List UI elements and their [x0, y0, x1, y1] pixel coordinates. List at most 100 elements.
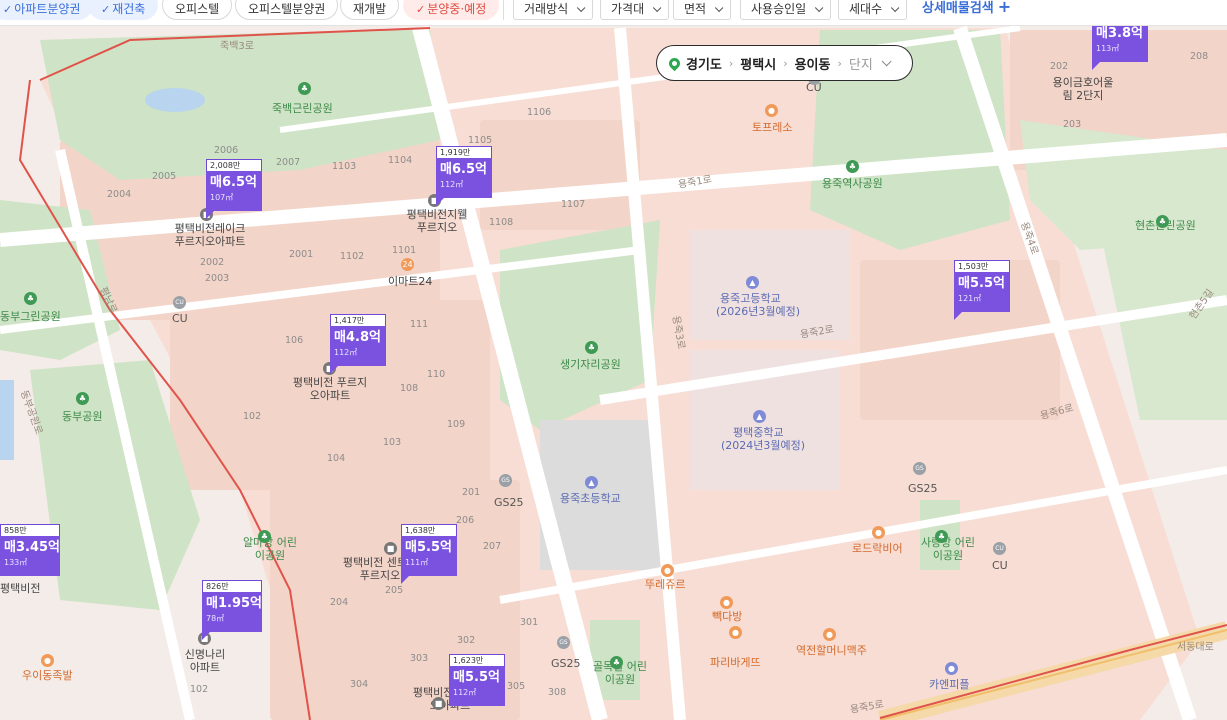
block-number: 302 — [457, 635, 476, 646]
filter-chip-reconstruction[interactable]: ✓ 재건축 — [88, 0, 159, 20]
cafe-icon: ● — [720, 596, 733, 609]
map-pin-icon — [666, 55, 683, 71]
dropdown-households[interactable]: 세대수 — [838, 0, 908, 20]
park-label[interactable]: 죽백근린공원 — [272, 102, 333, 115]
marker-tail — [954, 312, 962, 320]
dropdown-trade-type[interactable]: 거래방식 — [513, 0, 594, 20]
price-marker[interactable]: 1,623만 매5.5억 112㎡ — [449, 654, 505, 706]
poi-label[interactable]: 파리바게뜨 — [710, 656, 761, 669]
convenience-store-icon: CU — [993, 542, 1006, 555]
marker-area: 112㎡ — [440, 180, 464, 189]
filter-chip-officetel-presale[interactable]: 오피스텔분양권 — [235, 0, 339, 20]
block-number: 1103 — [332, 161, 357, 172]
park-icon: ♣ — [846, 160, 859, 173]
store-label[interactable]: CU — [172, 312, 188, 325]
park-label[interactable]: 동부그린공원 — [0, 310, 61, 323]
location-city[interactable]: 평택시 — [740, 54, 776, 73]
poi-label[interactable]: 카엔피플 — [929, 678, 969, 691]
marker-tail — [330, 366, 338, 374]
marker-price: 매6.5억 — [440, 162, 487, 177]
block-number: 205 — [385, 585, 404, 596]
block-number: 1102 — [340, 251, 365, 262]
chevron-right-icon: › — [837, 56, 842, 70]
school-icon: ▲ — [746, 276, 759, 289]
dropdown-price-range[interactable]: 가격대 — [600, 0, 670, 20]
block-number: 110 — [427, 369, 446, 380]
apartment-label[interactable]: 신명나리 아파트 — [180, 648, 230, 674]
block-number: 104 — [327, 453, 346, 464]
block-number: 204 — [330, 597, 349, 608]
apartment-label[interactable]: 용이금호어울림 2단지 — [1048, 76, 1118, 102]
block-number: 111 — [410, 319, 429, 330]
check-icon: ✓ — [416, 3, 426, 16]
school-label[interactable]: 용죽고등학교 — [720, 292, 781, 305]
park-icon: ♣ — [610, 656, 623, 669]
poi-label[interactable]: 이마트24 — [388, 275, 432, 288]
location-complex[interactable]: 단지 — [849, 54, 873, 73]
price-marker[interactable]: 1,919만 매6.5억 112㎡ — [436, 146, 492, 206]
apartment-label[interactable]: 평택비전 — [0, 582, 40, 595]
park-label[interactable]: 생기자리공원 — [560, 358, 621, 371]
price-marker[interactable]: 858만 매3.45억 133㎡ — [0, 524, 60, 576]
price-marker[interactable]: 1,503만 매5.5억 121㎡ — [954, 260, 1010, 320]
poi-label[interactable]: 토프레소 — [752, 121, 792, 134]
convenience-store-icon: GS — [499, 474, 512, 487]
dropdown-approval-date[interactable]: 사용승인일 — [740, 0, 832, 20]
block-number: 308 — [548, 687, 567, 698]
dropdown-area[interactable]: 면적 — [673, 0, 732, 20]
block-number: 1108 — [489, 217, 514, 228]
marker-tail — [436, 198, 444, 206]
location-province[interactable]: 경기도 — [686, 54, 722, 73]
park-label[interactable]: 동부공원 — [62, 410, 102, 423]
filter-bar: ✓ 아파트분양권 ✓ 재건축 오피스텔 오피스텔분양권 재개발 ✓ 분양중·예정 거래… — [0, 0, 1227, 26]
block-number: 2007 — [276, 157, 301, 168]
poi-label[interactable]: 역전할머니맥주 — [796, 644, 867, 657]
poi-label[interactable]: 빽다방 — [712, 610, 742, 623]
map-canvas[interactable]: 경기도 › 평택시 › 용이동 › 단지 죽백3로 용죽1로 용죽2로 용죽3로… — [0, 22, 1227, 720]
price-marker[interactable]: 1,417만 매4.8억 112㎡ — [330, 314, 386, 374]
map-base — [0, 26, 1227, 720]
store-label[interactable]: GS25 — [551, 657, 581, 670]
park-label[interactable]: 사랑방 어린이공원 — [918, 536, 978, 562]
park-icon: ♣ — [298, 82, 311, 95]
road-label: 죽백3로 — [220, 41, 254, 52]
marker-area: 111㎡ — [405, 558, 429, 567]
apartment-label[interactable]: 평택비전지웰 푸르지오 — [402, 208, 472, 234]
convenience-store-icon: GS — [557, 636, 570, 649]
store-label[interactable]: CU — [992, 559, 1008, 572]
store-label[interactable]: GS25 — [494, 496, 524, 509]
convenience-store-icon: GS — [913, 462, 926, 475]
detail-search-button[interactable]: 상세매물검색 + — [922, 0, 1011, 16]
marker-area: 107㎡ — [210, 193, 234, 202]
marker-price: 매4.8억 — [334, 330, 381, 345]
poi-label[interactable]: 로드락비어 — [852, 542, 903, 555]
filter-chip-apartment-presale[interactable]: ✓ 아파트분양권 — [0, 0, 94, 20]
block-number: 301 — [520, 617, 539, 628]
price-marker[interactable]: 1,638만 매5.5억 111㎡ — [401, 524, 457, 584]
plus-icon: + — [997, 0, 1012, 16]
park-icon: ♣ — [935, 530, 948, 543]
location-district[interactable]: 용이동 — [795, 54, 831, 73]
block-number: 1106 — [527, 107, 552, 118]
block-number: 304 — [350, 679, 369, 690]
block-number: 2002 — [200, 257, 225, 268]
poi-label[interactable]: 뚜레쥬르 — [645, 578, 685, 591]
store-label[interactable]: GS25 — [908, 482, 938, 495]
price-marker[interactable]: 826만 매1.95억 78㎡ — [202, 580, 262, 640]
price-marker[interactable]: 2,008만 매6.5억 107㎡ — [206, 159, 262, 219]
filter-chip-presale-ongoing[interactable]: ✓ 분양중·예정 — [403, 0, 500, 20]
apartment-label[interactable]: 평택비전 푸르지오아파트 — [290, 376, 370, 402]
location-selector[interactable]: 경기도 › 평택시 › 용이동 › 단지 — [656, 45, 913, 81]
marker-unit-price: 1,638만 — [401, 524, 457, 536]
price-marker[interactable]: 매3.8억 113㎡ — [1092, 22, 1148, 70]
filter-chip-officetel[interactable]: 오피스텔 — [162, 0, 233, 20]
school-label[interactable]: 평택중학교 — [733, 426, 784, 439]
poi-label[interactable]: 우이동족발 — [22, 669, 73, 682]
marker-price: 매5.5억 — [405, 540, 452, 555]
apartment-icon: ■ — [432, 697, 445, 710]
apartment-label[interactable]: 평택비전레이크 푸르지오아파트 — [170, 222, 250, 248]
school-label[interactable]: 용죽초등학교 — [560, 492, 621, 505]
filter-chip-redevelopment[interactable]: 재개발 — [340, 0, 400, 20]
block-number: 109 — [447, 419, 466, 430]
park-label[interactable]: 용죽역사공원 — [822, 177, 883, 190]
